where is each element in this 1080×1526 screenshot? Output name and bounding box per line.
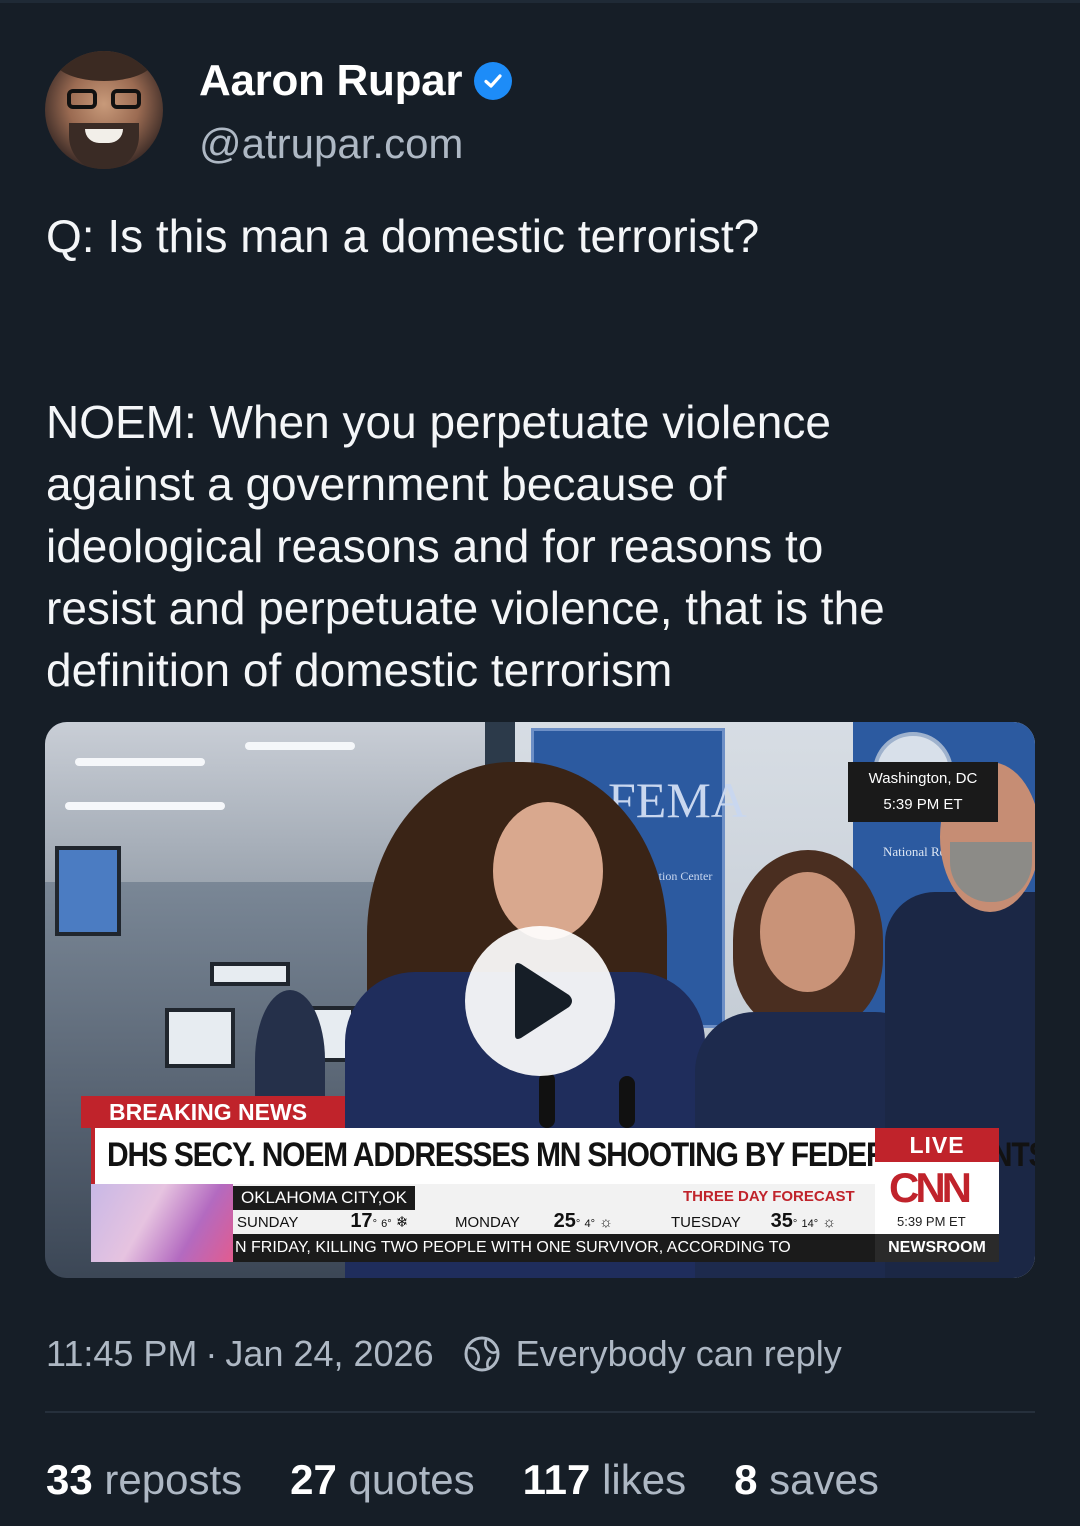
weather-high: 17 <box>350 1210 373 1232</box>
video-monitor <box>55 846 121 936</box>
avatar-hair <box>55 51 153 81</box>
network-time: 5:39 PM ET <box>897 1214 966 1229</box>
weather-city: OKLAHOMA CITY,OK <box>233 1186 415 1210</box>
play-icon <box>515 963 572 1039</box>
avatar-glasses <box>67 89 141 111</box>
post-date[interactable]: Jan 24, 2026 <box>225 1333 433 1375</box>
saves-label: saves <box>769 1456 879 1503</box>
post-paragraph-quote: NOEM: When you perpetuate violence again… <box>46 396 885 696</box>
live-badge: LIVE <box>875 1128 999 1162</box>
ceiling-light <box>65 802 225 810</box>
weather-day-2: MONDAY 25° 4° ☼ <box>455 1210 613 1232</box>
partly-cloudy-icon: ☼ <box>822 1214 837 1231</box>
author-handle[interactable]: @atrupar.com <box>199 120 463 168</box>
weather-day-name: MONDAY <box>455 1214 520 1231</box>
video-monitor <box>210 962 290 986</box>
weather-day-name: TUESDAY <box>671 1214 741 1231</box>
ceiling-light <box>245 742 355 750</box>
meta-separator: · <box>205 1333 218 1374</box>
weather-day-1: SUNDAY 17° 6° ❄ <box>237 1210 409 1232</box>
likes-count: 117 <box>522 1456 591 1503</box>
weather-high: 35 <box>770 1210 793 1232</box>
saves-stat[interactable]: 8 saves <box>734 1456 879 1504</box>
microphone-icon <box>619 1076 635 1128</box>
reposts-stat[interactable]: 33 reposts <box>46 1456 242 1504</box>
post-text: Q: Is this man a domestic terrorist? NOE… <box>46 205 1036 701</box>
globe-icon <box>462 1334 502 1374</box>
weather-forecast-title: THREE DAY FORECAST <box>683 1188 855 1205</box>
avatar[interactable] <box>45 51 163 169</box>
play-button[interactable] <box>465 926 615 1076</box>
snow-icon: ❄ <box>395 1214 409 1231</box>
reply-setting[interactable]: Everybody can reply <box>516 1333 842 1375</box>
author-display-name[interactable]: Aaron Rupar <box>199 56 462 106</box>
news-ticker: N FRIDAY, KILLING TWO PEOPLE WITH ONE SU… <box>233 1234 875 1262</box>
weather-day-name: SUNDAY <box>237 1214 299 1231</box>
reposts-count: 33 <box>46 1456 93 1503</box>
cnn-logo: CNN <box>889 1164 972 1211</box>
weather-high: 25 <box>553 1210 576 1232</box>
likes-stat[interactable]: 117 likes <box>523 1456 686 1504</box>
microphone-icon <box>539 1072 555 1128</box>
author-name-row[interactable]: Aaron Rupar <box>199 56 513 106</box>
saves-count: 8 <box>734 1456 758 1503</box>
video-monitor <box>165 1008 235 1068</box>
top-divider <box>0 0 1080 3</box>
quotes-label: quotes <box>348 1456 475 1503</box>
ceiling-light <box>75 758 205 766</box>
ticker-brand: NEWSROOM <box>875 1234 999 1262</box>
bystander-face <box>760 872 855 992</box>
engagement-stats: 33 reposts 27 quotes 117 likes 8 saves <box>46 1456 927 1504</box>
partly-cloudy-icon: ☼ <box>599 1214 613 1231</box>
verified-check-icon <box>474 62 513 100</box>
weather-map <box>91 1184 233 1262</box>
breaking-news-label: BREAKING NEWS <box>81 1096 345 1128</box>
quotes-count: 27 <box>290 1456 337 1503</box>
post-paragraph-question: Q: Is this man a domestic terrorist? <box>46 210 760 262</box>
location-time: 5:39 PM ET <box>883 796 963 813</box>
post-meta: 11:45 PM · Jan 24, 2026 Everybody can re… <box>46 1333 842 1375</box>
location-badge: Washington, DC 5:39 PM ET <box>848 762 998 822</box>
stats-divider <box>45 1411 1035 1413</box>
likes-label: likes <box>602 1456 687 1503</box>
network-logo-box: CNN 5:39 PM ET <box>875 1162 999 1234</box>
quotes-stat[interactable]: 27 quotes <box>290 1456 475 1504</box>
post-time[interactable]: 11:45 PM <box>46 1333 197 1375</box>
location-city: Washington, DC <box>868 770 978 787</box>
video-player[interactable]: FEMA Coordination Center National Respon… <box>45 722 1035 1278</box>
reposts-label: reposts <box>104 1456 243 1503</box>
weather-low: 14 <box>801 1218 814 1230</box>
speaker-face <box>493 802 603 940</box>
weather-day-3: TUESDAY 35° 14° ☼ <box>671 1210 837 1232</box>
